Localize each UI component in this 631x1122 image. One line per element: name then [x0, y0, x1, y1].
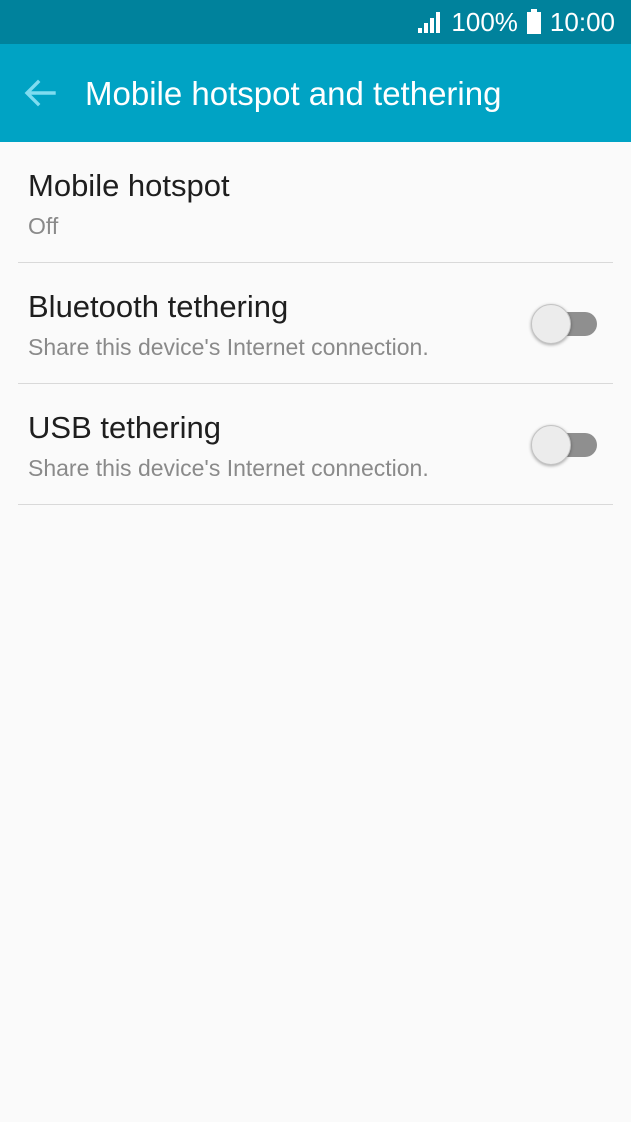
battery-icon: [526, 9, 542, 35]
usb-tethering-toggle[interactable]: [531, 425, 599, 465]
arrow-left-icon: [24, 79, 56, 107]
setting-usb-tethering[interactable]: USB tethering Share this device's Intern…: [18, 384, 613, 505]
setting-description: Share this device's Internet connection.: [28, 455, 429, 481]
battery-percentage: 100%: [451, 6, 518, 37]
setting-status: Off: [28, 213, 59, 239]
status-bar: 100% 10:00: [0, 0, 631, 44]
settings-list: Mobile hotspot Off Bluetooth tethering S…: [0, 142, 631, 505]
page-title: Mobile hotspot and tethering: [85, 75, 502, 112]
toggle-thumb: [531, 425, 571, 465]
setting-mobile-hotspot[interactable]: Mobile hotspot Off: [18, 142, 613, 263]
status-indicators: 100% 10:00: [417, 0, 615, 44]
setting-bluetooth-tethering[interactable]: Bluetooth tethering Share this device's …: [18, 263, 613, 384]
app-bar: Mobile hotspot and tethering: [0, 44, 631, 142]
setting-title: Mobile hotspot: [28, 168, 230, 203]
setting-title: USB tethering: [28, 410, 221, 445]
bluetooth-tethering-toggle[interactable]: [531, 304, 599, 344]
setting-title: Bluetooth tethering: [28, 289, 289, 324]
clock: 10:00: [549, 6, 615, 37]
signal-icon: [417, 10, 443, 34]
toggle-thumb: [531, 304, 571, 344]
setting-description: Share this device's Internet connection.: [28, 334, 429, 360]
back-button[interactable]: [20, 73, 60, 113]
